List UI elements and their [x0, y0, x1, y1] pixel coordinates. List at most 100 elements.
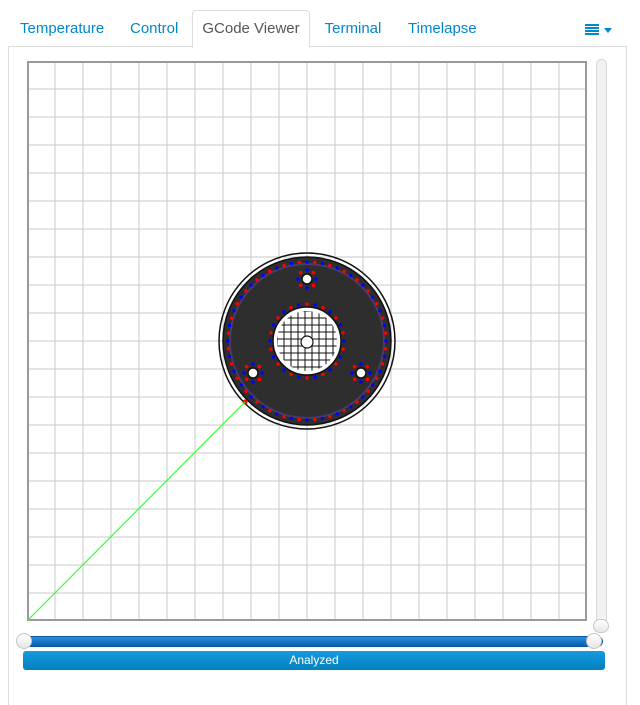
retract-marker: [384, 339, 388, 343]
retract-marker: [313, 303, 317, 307]
retract-marker: [314, 277, 318, 281]
retract-marker: [268, 339, 272, 343]
retract-marker: [255, 400, 259, 404]
retract-marker: [380, 362, 385, 366]
retract-marker: [229, 362, 234, 366]
retract-marker: [350, 371, 354, 375]
range-slider-end-handle[interactable]: [586, 633, 602, 649]
retract-marker: [341, 331, 345, 335]
retract-marker: [321, 372, 325, 377]
retract-marker: [297, 303, 301, 307]
retract-marker: [380, 316, 385, 320]
retract-marker: [305, 418, 309, 422]
travel-move-line: [27, 401, 246, 621]
retract-marker: [370, 295, 375, 299]
retract-marker: [298, 270, 303, 275]
retract-marker: [365, 364, 370, 369]
retract-marker: [305, 302, 309, 306]
retract-marker: [244, 289, 248, 293]
retract-marker: [328, 368, 332, 372]
retract-marker: [342, 269, 346, 274]
retract-marker: [352, 364, 357, 369]
retract-marker: [276, 316, 280, 320]
retract-marker: [297, 375, 301, 379]
retract-marker: [297, 417, 301, 422]
retract-marker: [366, 289, 370, 293]
retract-marker: [328, 414, 332, 419]
retract-marker: [227, 354, 232, 359]
retract-marker: [352, 377, 357, 382]
tab-terminal[interactable]: Terminal: [324, 10, 382, 47]
retract-marker: [255, 278, 259, 282]
retract-marker: [244, 389, 248, 393]
retract-marker: [359, 362, 363, 366]
retract-marker: [335, 266, 339, 270]
tab-gcode-viewer[interactable]: GCode Viewer: [192, 10, 310, 48]
retract-marker: [297, 260, 301, 265]
retract-marker: [298, 283, 303, 288]
gcode-canvas[interactable]: [27, 61, 587, 621]
retract-marker: [374, 376, 379, 380]
mount-hole: [355, 367, 367, 379]
retract-marker: [305, 286, 309, 290]
retract-marker: [355, 278, 359, 282]
retract-marker: [251, 380, 255, 384]
retract-marker: [334, 316, 338, 320]
retract-marker: [235, 302, 240, 306]
retract-marker: [338, 323, 343, 327]
retract-marker: [328, 263, 332, 268]
retract-marker: [227, 323, 232, 328]
retract-marker: [226, 331, 231, 335]
retract-marker: [355, 400, 359, 404]
retract-marker: [282, 310, 286, 314]
retract-marker: [313, 417, 317, 422]
retract-marker: [269, 347, 273, 351]
retract-marker: [232, 309, 236, 313]
retract-marker: [226, 347, 231, 351]
retract-marker: [271, 323, 276, 327]
tab-menu-button[interactable]: [582, 10, 616, 47]
retract-marker: [349, 404, 353, 409]
retract-marker: [313, 260, 317, 265]
tab-timelapse[interactable]: Timelapse: [408, 10, 477, 47]
tab-control[interactable]: Control: [130, 10, 178, 47]
retract-marker: [242, 371, 246, 375]
retract-marker: [296, 277, 300, 281]
retract-marker: [249, 395, 253, 399]
range-slider-track[interactable]: [23, 636, 603, 647]
retract-marker: [370, 383, 375, 387]
retract-marker: [305, 260, 309, 264]
retract-marker: [368, 371, 372, 375]
caret-down-icon: [604, 28, 612, 33]
retract-marker: [305, 376, 309, 380]
range-slider-start-handle[interactable]: [16, 633, 32, 649]
mount-hole: [301, 273, 313, 285]
analysis-progress-bar: Analyzed: [23, 651, 605, 670]
retract-marker: [383, 347, 388, 351]
retract-marker: [361, 283, 365, 287]
retract-marker: [249, 283, 253, 287]
retract-marker: [239, 383, 244, 387]
retract-marker: [275, 266, 279, 270]
retract-marker: [244, 377, 249, 382]
layer-slider-track[interactable]: [596, 59, 607, 627]
retract-marker: [366, 389, 370, 393]
retract-marker: [335, 412, 339, 416]
retract-marker: [289, 372, 293, 377]
retract-marker: [382, 354, 387, 359]
retract-marker: [338, 355, 343, 359]
retract-marker: [261, 273, 265, 278]
retract-marker: [359, 380, 363, 384]
retract-marker: [289, 416, 294, 421]
retract-marker: [342, 408, 346, 413]
retract-marker: [260, 371, 264, 375]
retract-marker: [378, 309, 382, 313]
retract-marker: [268, 269, 272, 274]
tab-bar: Temperature Control GCode Viewer Termina…: [8, 10, 627, 48]
retract-marker: [320, 261, 325, 266]
retract-marker: [342, 339, 346, 343]
retract-marker: [282, 263, 286, 268]
tab-temperature[interactable]: Temperature: [20, 10, 104, 47]
retract-marker: [268, 408, 272, 413]
layer-slider-handle[interactable]: [593, 619, 609, 633]
